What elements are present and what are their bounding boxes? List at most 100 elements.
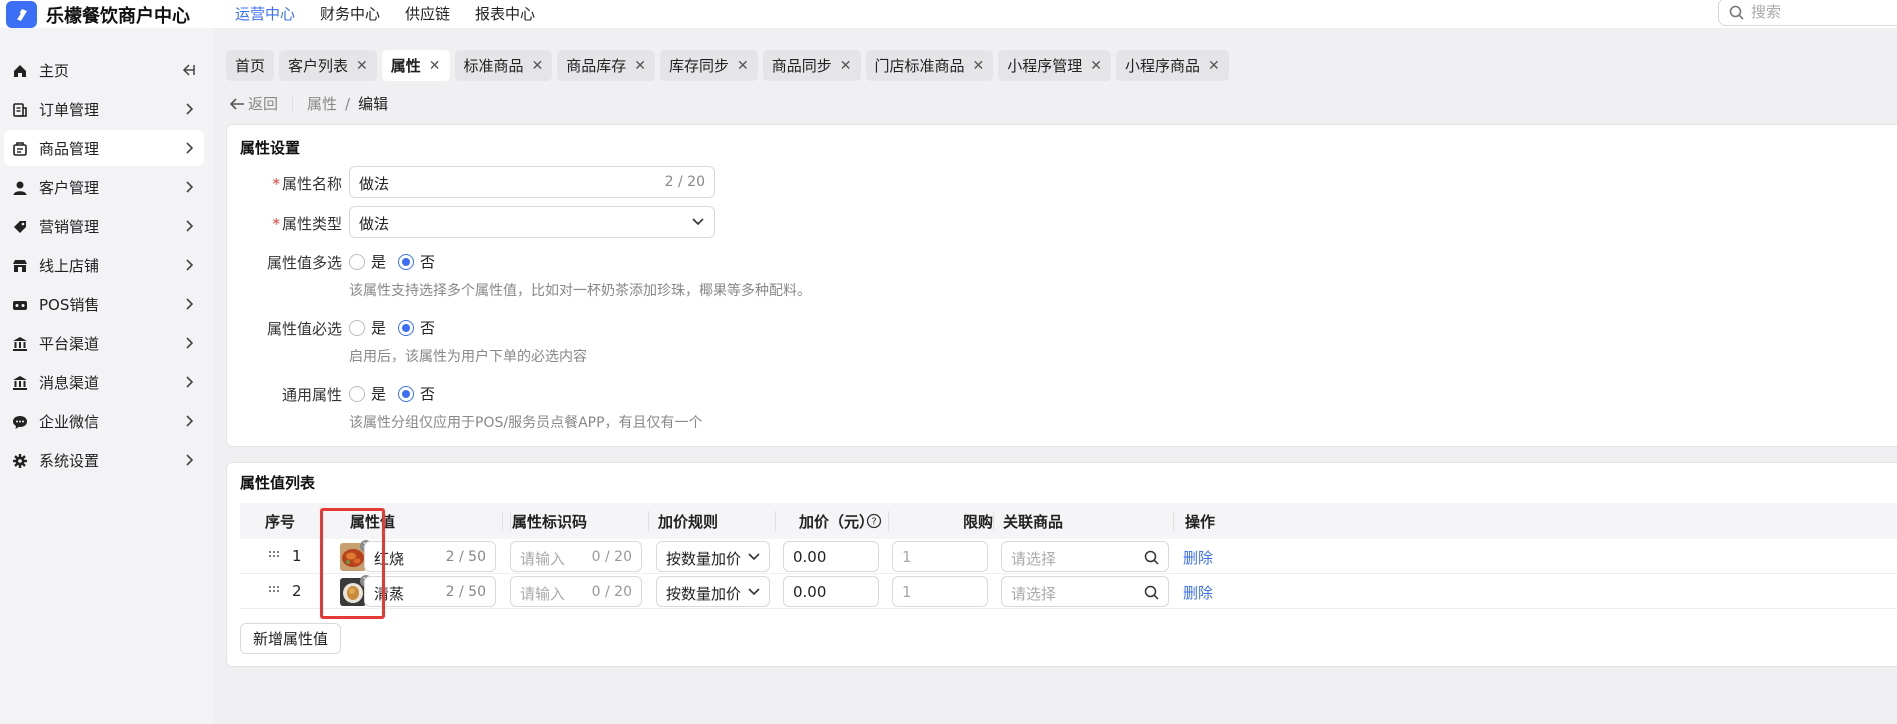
tab-label: 属性 [390, 57, 421, 75]
bank-icon [13, 376, 27, 390]
radio-no[interactable] [398, 385, 415, 402]
chevron-right-icon [186, 298, 194, 310]
chevron-right-icon [186, 415, 194, 427]
sidebar-item-label: 平台渠道 [39, 335, 100, 353]
sidebar-item-customers[interactable]: 客户管理 [4, 169, 204, 205]
top-nav-reports[interactable]: 报表中心 [475, 3, 535, 24]
tab-miniprogram-management[interactable]: 小程序管理 ✕ [998, 50, 1112, 81]
sidebar-item-products[interactable]: 商品管理 [4, 130, 204, 166]
price-rule-select[interactable]: 按数量加价 [656, 541, 770, 572]
attribute-type-label: * 属性类型 [222, 213, 342, 234]
breadcrumb-parent[interactable]: 属性 [307, 93, 337, 114]
close-icon[interactable]: ✕ [532, 58, 544, 74]
input-value: 0.00 [793, 583, 827, 601]
divider [510, 511, 511, 531]
drag-handle-icon[interactable] [268, 585, 280, 597]
tab-product-inventory[interactable]: 商品库存 ✕ [557, 50, 656, 81]
multi-select-radio-group: 是 否 [349, 251, 447, 272]
sidebar-item-message-channels[interactable]: 消息渠道 [4, 364, 204, 400]
tab-label: 标准商品 [463, 57, 524, 75]
radio-yes[interactable] [349, 319, 365, 336]
char-count: 0 / 20 [591, 584, 632, 600]
required-value-label: 属性值必选 [266, 320, 342, 338]
breadcrumb-current: 编辑 [358, 95, 389, 113]
sidebar-item-marketing[interactable]: 营销管理 [4, 208, 204, 244]
radio-label: 否 [420, 253, 436, 271]
add-attribute-value-button[interactable]: 新增属性值 [240, 623, 342, 654]
tab-miniprogram-products[interactable]: 小程序商品 ✕ [1116, 50, 1229, 81]
attribute-type-select[interactable]: 做法 [349, 206, 715, 238]
chevron-right-icon [186, 103, 194, 115]
close-icon[interactable]: ✕ [429, 58, 441, 74]
sidebar-item-online-store[interactable]: 线上店铺 [4, 247, 204, 283]
column-header: 序号 [265, 513, 296, 531]
close-icon[interactable]: ✕ [973, 58, 985, 74]
attribute-code-input[interactable]: 请输入 0 / 20 [510, 576, 642, 607]
multi-select-hint: 该属性支持选择多个属性值，比如对一杯奶茶添加珍珠，椰果等多种配料。 [349, 283, 811, 299]
page-tabs: 首页 客户列表 ✕ 属性 ✕ 标准商品 ✕ 商品库存 ✕ 库存同步 ✕ 商品同步 ✕ 门店标… [226, 50, 1234, 81]
tab-label: 客户列表 [288, 57, 349, 75]
sidebar-item-wecom[interactable]: 企业微信 [4, 403, 204, 439]
top-nav-operations[interactable]: 运营中心 [235, 3, 295, 24]
collapse-sidebar-icon[interactable] [180, 62, 196, 78]
attribute-name-input[interactable]: 做法 2 / 20 [349, 166, 715, 198]
arrow-left-icon [229, 97, 244, 110]
sidebar-item-system-settings[interactable]: 系统设置 [4, 442, 204, 478]
limit-input[interactable]: 1 [892, 541, 988, 572]
close-icon[interactable]: ✕ [1208, 58, 1220, 74]
top-nav-finance[interactable]: 财务中心 [320, 3, 380, 24]
logo-icon [6, 1, 37, 28]
tab-attributes[interactable]: 属性 ✕ [381, 50, 450, 81]
sidebar-item-label: 线上店铺 [39, 257, 100, 275]
column-header: 关联商品 [1003, 513, 1064, 531]
radio-no[interactable] [398, 253, 415, 270]
radio-yes[interactable] [349, 385, 365, 402]
select-value: 按数量加价 [666, 550, 742, 568]
close-icon[interactable]: ✕ [840, 58, 852, 74]
search-box[interactable] [1718, 0, 1897, 26]
tab-home[interactable]: 首页 [226, 50, 275, 81]
select-value: 做法 [359, 215, 390, 233]
delete-row-link[interactable]: 删除 [1183, 582, 1213, 603]
table-header: 序号 属性值 属性标识码 加价规则 加价（元） ? 限购 关联商品 操作 [240, 503, 1897, 539]
radio-label: 是 [371, 385, 387, 403]
sidebar-item-home[interactable]: 主页 [4, 52, 204, 88]
sidebar-item-label: 商品管理 [39, 140, 100, 158]
tab-store-standard-products[interactable]: 门店标准商品 ✕ [865, 50, 994, 81]
back-button[interactable]: 返回 [229, 93, 278, 114]
related-product-select[interactable]: 请选择 [1001, 576, 1169, 607]
close-icon[interactable]: ✕ [1090, 58, 1102, 74]
limit-input[interactable]: 1 [892, 576, 988, 607]
top-nav-supply-chain[interactable]: 供应链 [405, 3, 450, 24]
radio-label: 否 [420, 319, 436, 337]
help-icon[interactable]: ? [866, 513, 882, 529]
close-icon[interactable]: ✕ [634, 58, 646, 74]
pos-icon [13, 301, 27, 310]
sidebar-item-orders[interactable]: 订单管理 [4, 91, 204, 127]
close-icon[interactable]: ✕ [737, 58, 749, 74]
radio-no[interactable] [398, 319, 415, 336]
close-icon[interactable]: ✕ [356, 58, 368, 74]
price-rule-select[interactable]: 按数量加价 [656, 576, 770, 607]
tag-icon [14, 221, 26, 233]
tab-customer-list[interactable]: 客户列表 ✕ [279, 50, 377, 81]
table-row: 1 ✕ 红烧 2 / 50 请输入 0 / 20 按数量加价 0.00 1 请选… [240, 539, 1897, 574]
order-icon [13, 103, 27, 117]
table-row: 2 ✕ 清蒸 2 / 50 请输入 0 / 20 按数量加价 0.00 1 请选… [240, 574, 1897, 609]
attribute-code-input[interactable]: 请输入 0 / 20 [510, 541, 642, 572]
column-header: 限购 [963, 513, 994, 531]
price-input[interactable]: 0.00 [783, 576, 879, 607]
tab-product-sync[interactable]: 商品同步 ✕ [762, 50, 861, 81]
required-mark: * [272, 215, 280, 233]
radio-yes[interactable] [349, 253, 365, 270]
sidebar-item-pos-sales[interactable]: POS销售 [4, 286, 204, 322]
sidebar-item-platform-channels[interactable]: 平台渠道 [4, 325, 204, 361]
row-number: 1 [292, 547, 302, 565]
price-input[interactable]: 0.00 [783, 541, 879, 572]
tab-inventory-sync[interactable]: 库存同步 ✕ [660, 50, 758, 81]
drag-handle-icon[interactable] [268, 550, 280, 562]
tab-standard-products[interactable]: 标准商品 ✕ [454, 50, 553, 81]
search-input[interactable] [1751, 3, 1891, 21]
delete-row-link[interactable]: 删除 [1183, 547, 1213, 568]
related-product-select[interactable]: 请选择 [1001, 541, 1169, 572]
